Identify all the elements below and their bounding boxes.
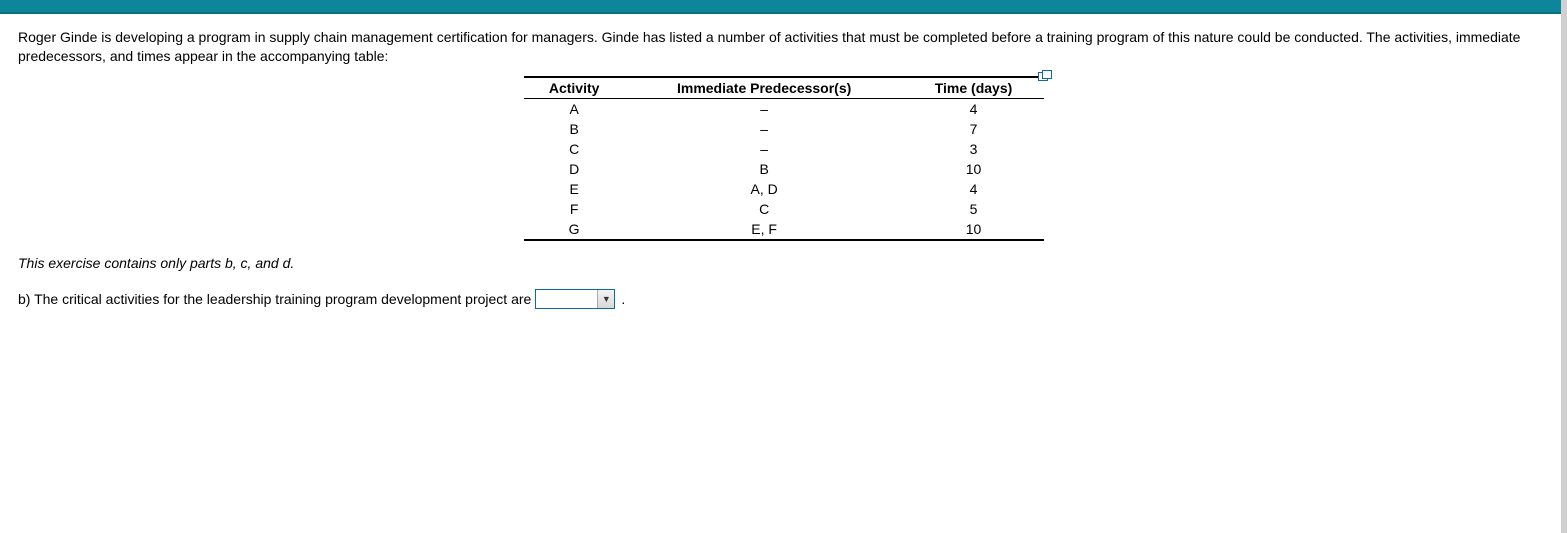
cell-activity: A: [524, 98, 625, 119]
question-b-row: b) The critical activities for the leade…: [18, 289, 1549, 309]
answer-dropdown[interactable]: ▼: [535, 289, 615, 309]
cell-pred: A, D: [625, 179, 904, 199]
cell-pred: E, F: [625, 219, 904, 240]
content-area: Roger Ginde is developing a program in s…: [0, 14, 1567, 323]
exercise-note: This exercise contains only parts b, c, …: [18, 255, 1549, 271]
cell-pred: –: [625, 98, 904, 119]
table-row: E A, D 4: [524, 179, 1044, 199]
sentence-period: .: [621, 291, 625, 307]
cell-time: 10: [904, 159, 1044, 179]
cell-pred: C: [625, 199, 904, 219]
col-time: Time (days): [904, 77, 1044, 99]
cell-activity: F: [524, 199, 625, 219]
table-row: B – 7: [524, 119, 1044, 139]
cell-time: 10: [904, 219, 1044, 240]
chevron-down-icon: ▼: [597, 290, 614, 308]
cell-pred: –: [625, 119, 904, 139]
cell-time: 3: [904, 139, 1044, 159]
cell-activity: G: [524, 219, 625, 240]
cell-pred: –: [625, 139, 904, 159]
right-scroll-edge: [1561, 0, 1567, 533]
cell-activity: C: [524, 139, 625, 159]
table-row: G E, F 10: [524, 219, 1044, 240]
question-b-text: b) The critical activities for the leade…: [18, 291, 531, 307]
col-predecessor: Immediate Predecessor(s): [625, 77, 904, 99]
cell-time: 5: [904, 199, 1044, 219]
cell-time: 7: [904, 119, 1044, 139]
table-row: A – 4: [524, 98, 1044, 119]
table-row: D B 10: [524, 159, 1044, 179]
cell-activity: B: [524, 119, 625, 139]
popout-icon[interactable]: [1038, 70, 1052, 82]
header-bar: [0, 0, 1567, 14]
table-row: F C 5: [524, 199, 1044, 219]
problem-statement: Roger Ginde is developing a program in s…: [18, 28, 1549, 66]
table-row: C – 3: [524, 139, 1044, 159]
cell-activity: E: [524, 179, 625, 199]
table-header-row: Activity Immediate Predecessor(s) Time (…: [524, 77, 1044, 99]
cell-pred: B: [625, 159, 904, 179]
activity-table-wrap: Activity Immediate Predecessor(s) Time (…: [524, 76, 1044, 241]
cell-time: 4: [904, 179, 1044, 199]
activity-table: Activity Immediate Predecessor(s) Time (…: [524, 76, 1044, 241]
cell-activity: D: [524, 159, 625, 179]
cell-time: 4: [904, 98, 1044, 119]
col-activity: Activity: [524, 77, 625, 99]
